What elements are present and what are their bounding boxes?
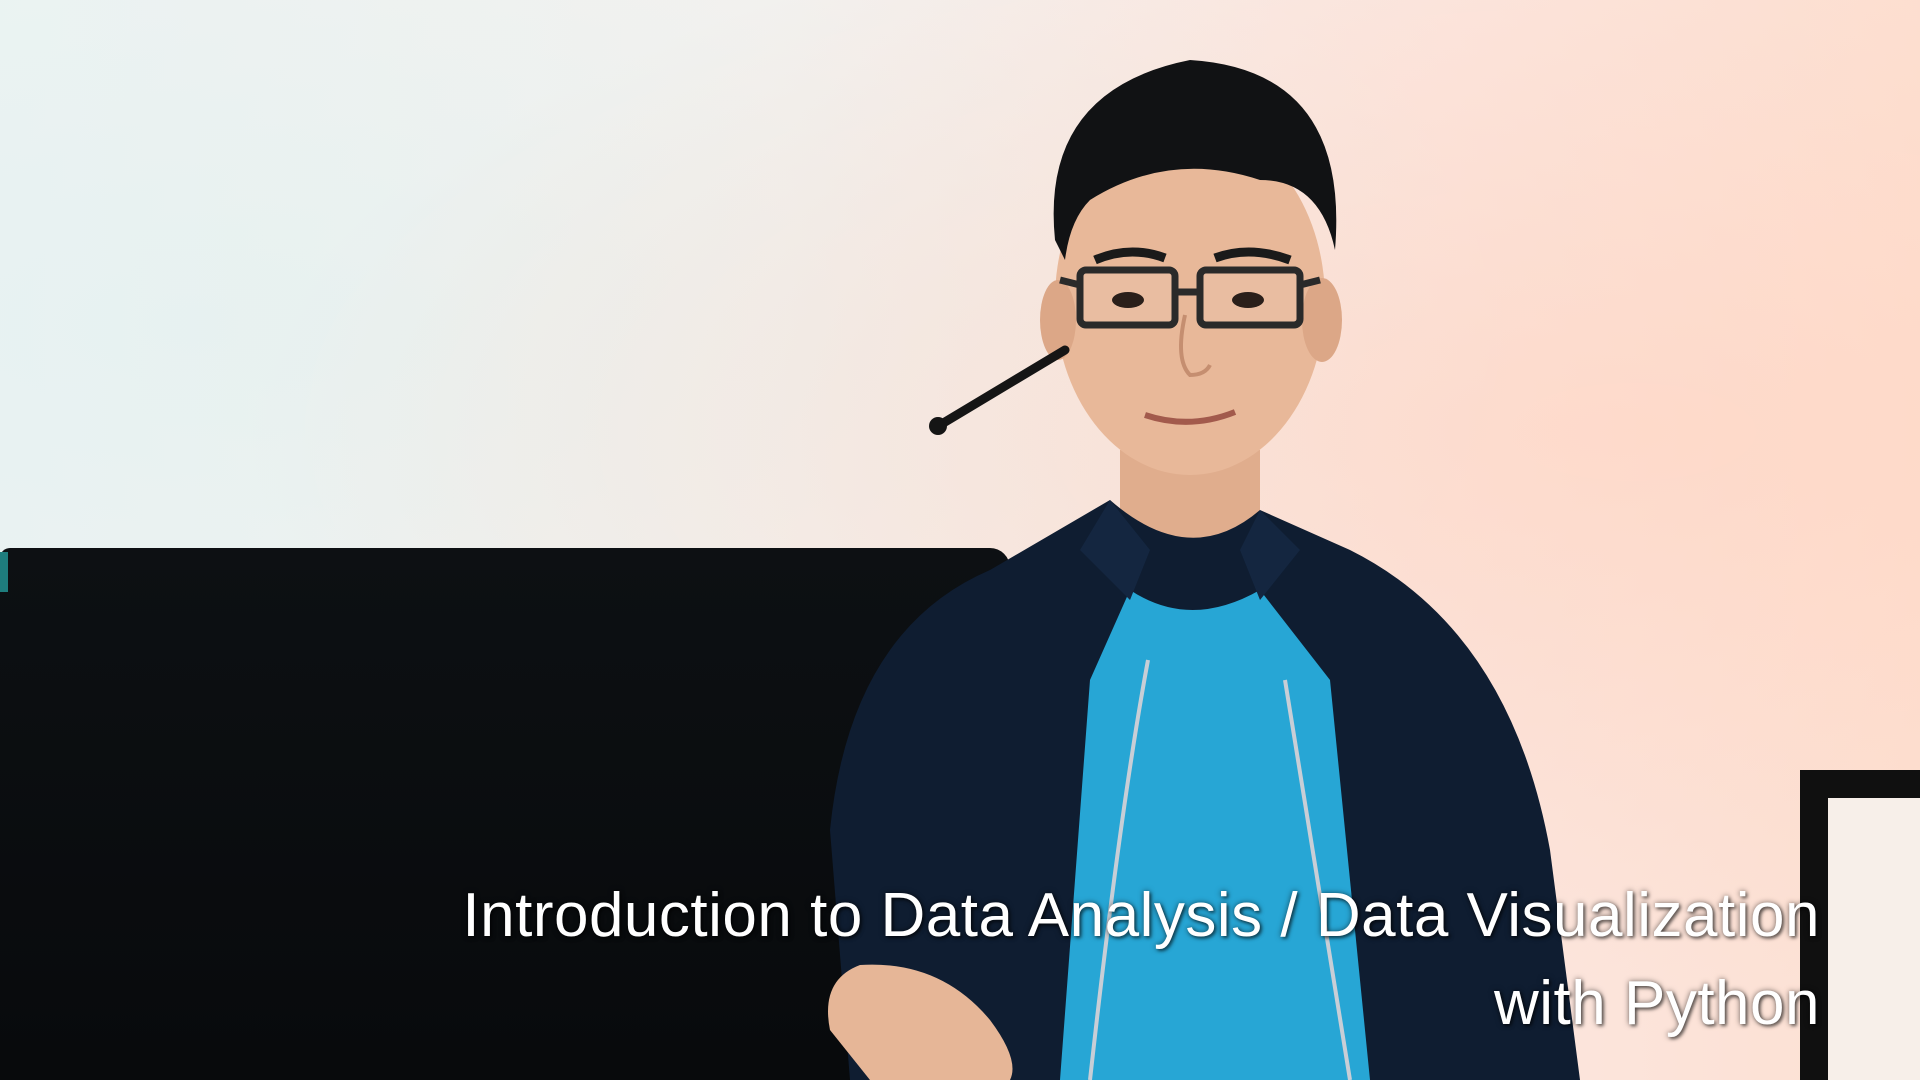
- caption-line-2: with Python: [1493, 969, 1820, 1038]
- picture-frame-inner: [1828, 798, 1920, 1080]
- video-caption: Introduction to Data Analysis / Data Vis…: [100, 872, 1820, 1048]
- microphone-tip-icon: [929, 417, 947, 435]
- video-frame: Introduction to Data Analysis / Data Vis…: [0, 0, 1920, 1080]
- sofa-edge: [0, 552, 8, 592]
- caption-line-1: Introduction to Data Analysis / Data Vis…: [462, 881, 1820, 950]
- eye-left: [1112, 292, 1144, 308]
- ear-left: [1040, 280, 1076, 360]
- eye-right: [1232, 292, 1264, 308]
- ear-right: [1302, 278, 1342, 362]
- headset-microphone: [935, 345, 1070, 430]
